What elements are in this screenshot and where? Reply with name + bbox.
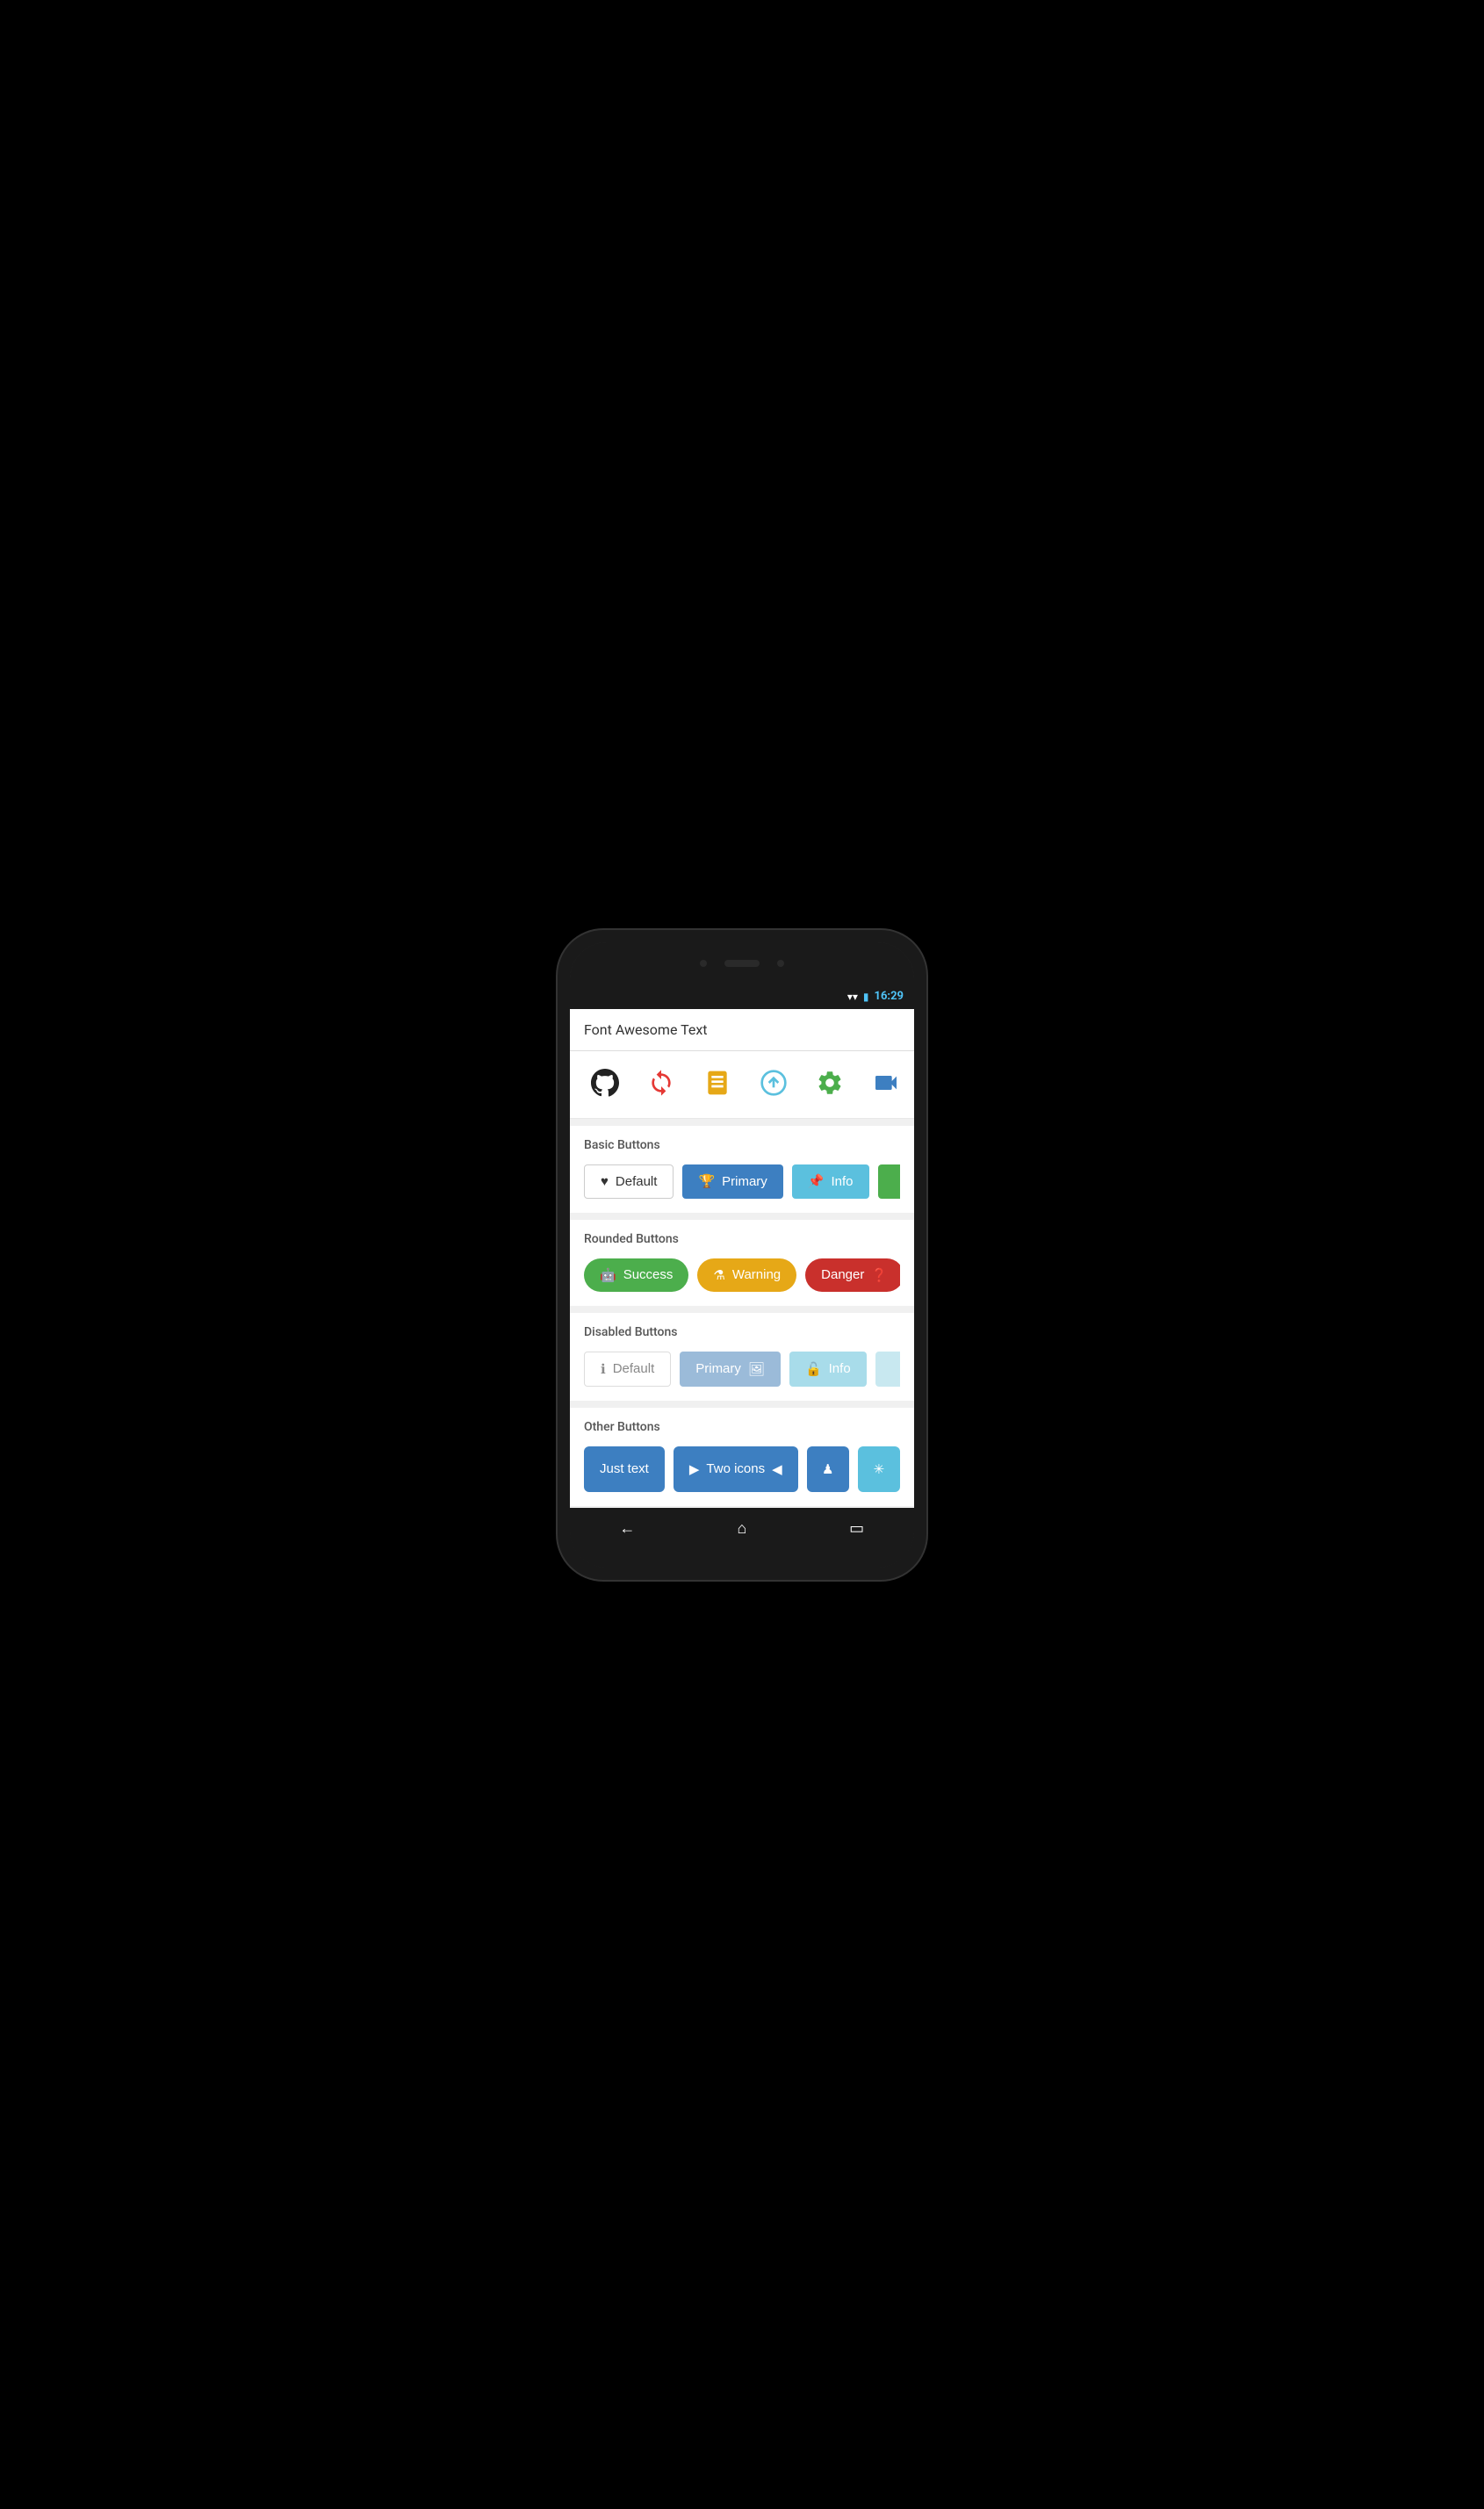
rounded-buttons-title: Rounded Buttons — [584, 1232, 900, 1246]
basic-buttons-row: ♥ Default 🏆 Primary 📌 Info — [584, 1164, 900, 1199]
app-header: Font Awesome Text — [570, 1009, 914, 1051]
arrow-left-icon: ◀ — [772, 1461, 782, 1477]
battery-icon: ▮ — [863, 991, 869, 1003]
trophy-icon: 🏆 — [698, 1173, 715, 1189]
other-buttons-section: Other Buttons Just text ▶ Two icons ◀ ♟ … — [570, 1408, 914, 1506]
app-title: Font Awesome Text — [584, 1021, 708, 1038]
phone-bottom-hardware — [570, 1550, 914, 1568]
status-bar: ▾▾ ▮ 16:29 — [570, 984, 914, 1009]
rounded-buttons-row: 🤖 Success ⚗ Warning Danger ❓ — [584, 1258, 900, 1292]
arrow-right-icon: ▶ — [689, 1461, 700, 1477]
warning-button[interactable]: ⚗ Warning — [697, 1258, 796, 1292]
two-icons-button[interactable]: ▶ Two icons ◀ — [674, 1446, 798, 1492]
disabled-buttons-title: Disabled Buttons — [584, 1325, 900, 1339]
sensor-dot — [777, 960, 784, 967]
refresh-icon — [640, 1062, 682, 1104]
question-icon: ❓ — [871, 1267, 888, 1283]
phone-device: ▾▾ ▮ 16:29 Font Awesome Text — [558, 930, 926, 1580]
settings-icon — [809, 1062, 851, 1104]
recents-button[interactable]: ▭ — [839, 1511, 875, 1546]
success-button[interactable]: 🤖 Success — [584, 1258, 688, 1292]
wifi-icon: ▾▾ — [847, 991, 858, 1003]
other-buttons-title: Other Buttons — [584, 1420, 900, 1434]
android-icon: 🤖 — [600, 1267, 616, 1283]
primary-disabled-button: Primary 🖼 — [680, 1352, 781, 1387]
rounded-buttons-section: Rounded Buttons 🤖 Success ⚗ Warning Dang… — [570, 1220, 914, 1306]
status-time: 16:29 — [875, 990, 904, 1003]
danger-button[interactable]: Danger ❓ — [805, 1258, 900, 1292]
flask-icon: ⚗ — [713, 1267, 724, 1283]
heart-icon: ♥ — [601, 1174, 609, 1189]
github-icon — [584, 1062, 626, 1104]
success-partial-button[interactable] — [878, 1164, 900, 1199]
image-icon: 🖼 — [748, 1361, 765, 1377]
screen-content[interactable]: Font Awesome Text — [570, 1009, 914, 1508]
square-icon-button[interactable]: ♟ — [807, 1446, 849, 1492]
other-buttons-row: Just text ▶ Two icons ◀ ♟ ✳ — [584, 1446, 900, 1492]
status-icons: ▾▾ ▮ 16:29 — [847, 990, 904, 1003]
disabled-buttons-section: Disabled Buttons ℹ Default Primary 🖼 🔓 I… — [570, 1313, 914, 1401]
back-button[interactable]: ← — [609, 1511, 645, 1546]
home-button[interactable]: ⌂ — [724, 1511, 760, 1546]
default-disabled-button: ℹ Default — [584, 1352, 671, 1387]
basic-buttons-section: Basic Buttons ♥ Default 🏆 Primary 📌 Info — [570, 1126, 914, 1213]
video-icon — [865, 1062, 907, 1104]
camera-dot — [700, 960, 707, 967]
square-info-button[interactable]: ✳ — [858, 1446, 900, 1492]
just-text-button[interactable]: Just text — [584, 1446, 665, 1492]
default-button[interactable]: ♥ Default — [584, 1164, 674, 1199]
person-icon: ♟ — [822, 1461, 833, 1477]
info-disabled-button: 🔓 Info — [789, 1352, 867, 1387]
bottom-navigation: ← ⌂ ▭ — [570, 1508, 914, 1550]
lock-icon: 🔓 — [805, 1361, 822, 1377]
icons-section — [570, 1051, 914, 1119]
speaker-grille — [724, 960, 760, 967]
phone-top-hardware — [570, 942, 914, 984]
book-icon — [696, 1062, 738, 1104]
primary-button[interactable]: 🏆 Primary — [682, 1164, 782, 1199]
asterisk-icon: ✳ — [874, 1461, 885, 1477]
upload-arrow-icon — [753, 1062, 795, 1104]
pin-icon: 📌 — [808, 1173, 825, 1189]
disabled-buttons-row: ℹ Default Primary 🖼 🔓 Info — [584, 1352, 900, 1387]
phone-screen: ▾▾ ▮ 16:29 Font Awesome Text — [570, 942, 914, 1568]
basic-buttons-title: Basic Buttons — [584, 1138, 900, 1152]
info-button[interactable]: 📌 Info — [792, 1164, 869, 1199]
info-icon: ℹ — [601, 1361, 606, 1377]
info-partial-disabled — [875, 1352, 900, 1387]
